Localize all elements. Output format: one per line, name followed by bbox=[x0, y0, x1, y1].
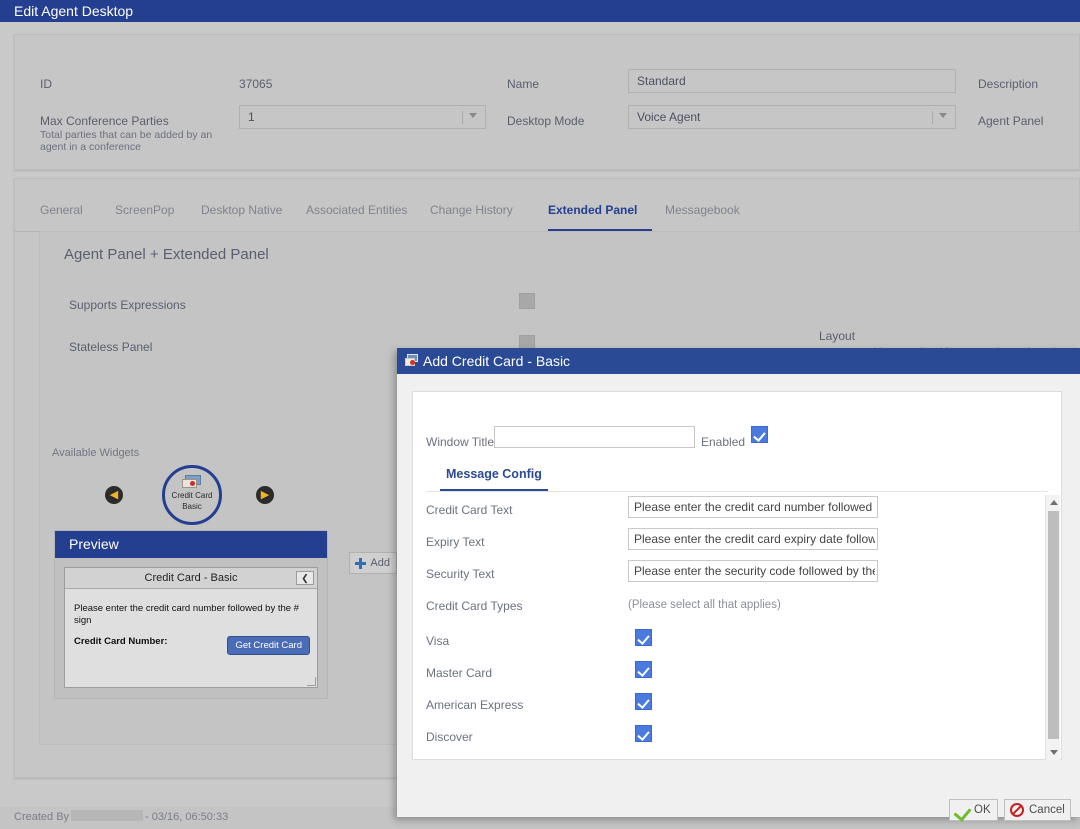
agent-panel-label: Agent Panel bbox=[978, 114, 1044, 128]
enabled-label: Enabled bbox=[701, 435, 746, 449]
app-title-bar: Edit Agent Desktop bbox=[0, 0, 1080, 22]
widget-label-line1: Credit Card bbox=[171, 491, 213, 500]
cancel-button-label: Cancel bbox=[1029, 804, 1065, 816]
dialog-scrollbar[interactable] bbox=[1045, 495, 1060, 760]
chevron-left-icon[interactable]: ◀ bbox=[105, 486, 123, 504]
visa-label: Visa bbox=[426, 634, 450, 648]
ok-button-label: OK bbox=[974, 804, 991, 816]
credit-card-icon bbox=[405, 354, 419, 367]
credit-card-types-label: Credit Card Types bbox=[426, 599, 523, 613]
desktop-mode-label: Desktop Mode bbox=[507, 114, 585, 128]
dialog-title: Add Credit Card - Basic bbox=[423, 353, 571, 369]
desktop-mode-value: Voice Agent bbox=[637, 110, 701, 124]
scroll-up-arrow-icon[interactable] bbox=[1046, 495, 1060, 509]
credit-card-text-label: Credit Card Text bbox=[426, 503, 513, 517]
chevron-left-icon[interactable]: ❮ bbox=[296, 571, 314, 585]
select-divider bbox=[932, 111, 933, 124]
id-label: ID bbox=[40, 77, 52, 91]
tab-screenpop[interactable]: ScreenPop bbox=[115, 195, 188, 231]
created-by-user-redacted bbox=[71, 810, 144, 821]
panel-heading: Agent Panel + Extended Panel bbox=[64, 246, 269, 263]
available-widgets-label: Available Widgets bbox=[52, 447, 140, 459]
max-conference-parties-hint: Total parties that can be added by an ag… bbox=[40, 129, 213, 153]
credit-card-text-input[interactable] bbox=[628, 496, 878, 518]
window-title-input[interactable] bbox=[494, 426, 695, 448]
scroll-down-arrow-icon[interactable] bbox=[1046, 746, 1060, 760]
ok-button[interactable]: OK bbox=[949, 799, 998, 822]
credit-card-types-hint: (Please select all that applies) bbox=[628, 599, 781, 611]
check-icon bbox=[953, 803, 972, 822]
chevron-right-icon[interactable]: ▶ bbox=[256, 486, 274, 504]
header-info-card: ID 37065 Name Standard Description Max C… bbox=[14, 34, 1080, 170]
stateless-panel-label: Stateless Panel bbox=[69, 340, 153, 354]
expiry-text-input[interactable] bbox=[628, 528, 878, 550]
preview-panel: Preview Credit Card - Basic ❮ Please ent… bbox=[54, 530, 328, 699]
preview-widget: Credit Card - Basic ❮ Please enter the c… bbox=[64, 567, 318, 688]
name-input[interactable]: Standard bbox=[628, 69, 956, 93]
tab-change-history[interactable]: Change History bbox=[430, 195, 523, 231]
max-conference-parties-value: 1 bbox=[248, 110, 255, 124]
preview-widget-title: Credit Card - Basic bbox=[144, 572, 238, 584]
tab-messagebook[interactable]: Messagebook bbox=[665, 195, 751, 231]
security-text-input[interactable] bbox=[628, 560, 878, 582]
desktop-mode-select[interactable]: Voice Agent bbox=[628, 105, 956, 129]
american-express-checkbox[interactable] bbox=[635, 693, 652, 710]
chevron-down-icon bbox=[469, 113, 477, 118]
add-credit-card-dialog: Add Credit Card - Basic Window Title Ena… bbox=[397, 348, 1080, 822]
widget-label-line2: Basic bbox=[182, 502, 202, 511]
discover-label: Discover bbox=[426, 730, 473, 744]
preview-header: Preview bbox=[55, 531, 327, 558]
visa-checkbox[interactable] bbox=[635, 629, 652, 646]
discover-checkbox[interactable] bbox=[635, 725, 652, 742]
preview-widget-instructions: Please enter the credit card number foll… bbox=[74, 603, 299, 626]
tab-general[interactable]: General bbox=[40, 195, 102, 231]
max-conference-parties-select[interactable]: 1 bbox=[239, 105, 486, 129]
tab-desktop-native[interactable]: Desktop Native bbox=[201, 195, 293, 231]
security-text-label: Security Text bbox=[426, 567, 495, 581]
created-timestamp: - 03/16, 06:50:33 bbox=[145, 811, 229, 823]
master-card-checkbox[interactable] bbox=[635, 661, 652, 678]
dialog-content-panel: Window Title Enabled Message Config Cred… bbox=[412, 391, 1062, 760]
add-widget-button[interactable]: Add bbox=[349, 552, 397, 574]
max-conference-parties-label: Max Conference Parties bbox=[40, 114, 169, 128]
dialog-body: Window Title Enabled Message Config Cred… bbox=[397, 374, 1080, 822]
created-by-label: Created By bbox=[14, 811, 70, 823]
american-express-label: American Express bbox=[426, 698, 524, 712]
select-divider bbox=[462, 111, 463, 124]
dialog-titlebar: Add Credit Card - Basic bbox=[397, 348, 1080, 374]
enabled-checkbox[interactable] bbox=[751, 426, 768, 443]
expiry-text-label: Expiry Text bbox=[426, 535, 485, 549]
get-credit-card-button[interactable]: Get Credit Card bbox=[227, 636, 310, 655]
window-title-label: Window Title bbox=[426, 435, 495, 449]
credit-card-icon bbox=[182, 475, 202, 489]
preview-widget-titlebar: Credit Card - Basic ❮ bbox=[65, 568, 317, 589]
master-card-label: Master Card bbox=[426, 666, 493, 680]
tab-associated-entities[interactable]: Associated Entities bbox=[306, 195, 418, 231]
ban-icon bbox=[1010, 803, 1024, 817]
name-value: Standard bbox=[637, 74, 686, 88]
plus-icon bbox=[355, 558, 366, 569]
description-label: Description bbox=[978, 77, 1039, 91]
cancel-button[interactable]: Cancel bbox=[1004, 799, 1071, 821]
tab-strip: General ScreenPop Desktop Native Associa… bbox=[15, 195, 1080, 232]
layout-info-title: Layout bbox=[819, 329, 856, 343]
dialog-tab-strip: Message Config bbox=[426, 462, 1048, 492]
widget-credit-card-basic[interactable]: Credit Card Basic bbox=[162, 465, 222, 525]
add-button-label: Add bbox=[370, 557, 390, 569]
supports-expressions-label: Supports Expressions bbox=[69, 298, 186, 312]
name-label: Name bbox=[507, 77, 540, 91]
chevron-down-icon bbox=[939, 113, 947, 118]
tab-extended-panel[interactable]: Extended Panel bbox=[548, 195, 652, 231]
id-value: 37065 bbox=[239, 77, 273, 91]
resize-handle[interactable] bbox=[307, 677, 316, 686]
scrollbar-thumb[interactable] bbox=[1048, 511, 1059, 739]
page-title: Edit Agent Desktop bbox=[14, 3, 134, 19]
created-by: Created By - 03/16, 06:50:33 bbox=[14, 810, 228, 823]
supports-expressions-checkbox[interactable] bbox=[519, 293, 535, 309]
tab-message-config[interactable]: Message Config bbox=[440, 462, 548, 491]
